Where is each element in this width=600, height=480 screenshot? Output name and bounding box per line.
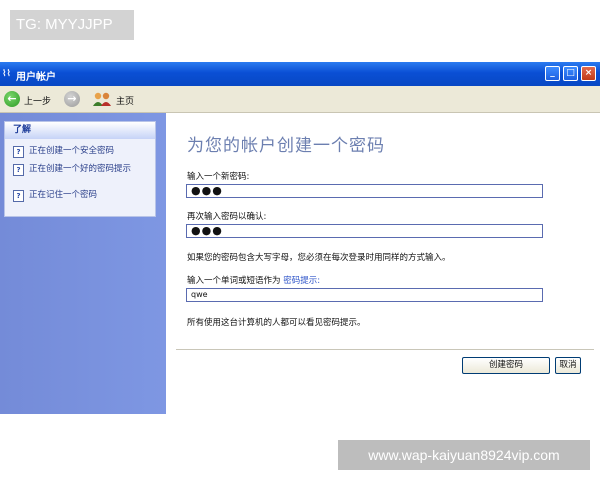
password-hint-link[interactable]: 密码提示:	[283, 276, 320, 286]
sidebar-item-label: 正在记住一个密码	[29, 190, 98, 200]
task-pane: 了解 ? 正在创建一个安全密码 ? 正在创建一个好的密码提示 ? 正在记住一个密…	[0, 113, 166, 414]
home-button-label[interactable]: 主页	[116, 94, 134, 107]
toolbar: ← 上一步 → 主页	[0, 86, 600, 113]
create-password-button[interactable]: 创建密码	[462, 357, 550, 374]
minimize-button[interactable]: _	[545, 66, 560, 81]
window-title: 用户帐户	[16, 72, 56, 83]
forward-arrow-icon[interactable]: →	[64, 91, 80, 107]
close-button[interactable]: ×	[581, 66, 596, 81]
back-arrow-icon[interactable]: ←	[4, 91, 20, 107]
title-bar[interactable]: ⌇⌇ 用户帐户 _ □ ×	[0, 62, 600, 86]
cancel-button[interactable]: 取消	[555, 357, 581, 374]
hint-label: 输入一个单词或短语作为 密码提示:	[187, 274, 320, 286]
confirm-password-field[interactable]: ●●●	[186, 224, 543, 238]
watermark: www.wap-kaiyuan8924vip.com	[338, 440, 590, 470]
help-icon: ?	[13, 190, 24, 202]
page-title: 为您的帐户创建一个密码	[187, 136, 385, 156]
sidebar-item-label: 正在创建一个安全密码	[29, 146, 115, 156]
new-password-field[interactable]: ●●●	[186, 184, 543, 198]
users-home-icon[interactable]	[92, 91, 112, 107]
back-button-label[interactable]: 上一步	[24, 94, 51, 107]
sidebar-item-label: 正在创建一个好的密码提示	[29, 164, 132, 174]
help-icon: ?	[13, 164, 24, 176]
overlay-tag: TG: MYYJJPP	[10, 10, 134, 40]
main-content: 为您的帐户创建一个密码 输入一个新密码: ●●● 再次输入密码以确认: ●●● …	[166, 113, 600, 414]
user-accounts-window: ⌇⌇ 用户帐户 _ □ × ← 上一步 → 主页 了解 ? 正在创建一个安全密码…	[0, 62, 600, 414]
hint-note: 所有使用这台计算机的人都可以看见密码提示。	[187, 318, 366, 328]
learn-about-title: 了解	[5, 122, 155, 139]
learn-about-panel: 了解 ? 正在创建一个安全密码 ? 正在创建一个好的密码提示 ? 正在记住一个密…	[4, 121, 156, 217]
divider	[176, 349, 594, 350]
caps-note: 如果您的密码包含大写字母，您必须在每次登录时用同样的方式输入。	[187, 253, 451, 263]
confirm-password-label: 再次输入密码以确认:	[187, 212, 267, 222]
new-password-label: 输入一个新密码:	[187, 172, 250, 182]
maximize-button[interactable]: □	[563, 66, 578, 81]
hint-label-text: 输入一个单词或短语作为	[187, 276, 281, 286]
user-accounts-app-icon: ⌇⌇	[2, 69, 11, 79]
password-hint-field[interactable]: qwe	[186, 288, 543, 302]
help-icon: ?	[13, 146, 24, 158]
